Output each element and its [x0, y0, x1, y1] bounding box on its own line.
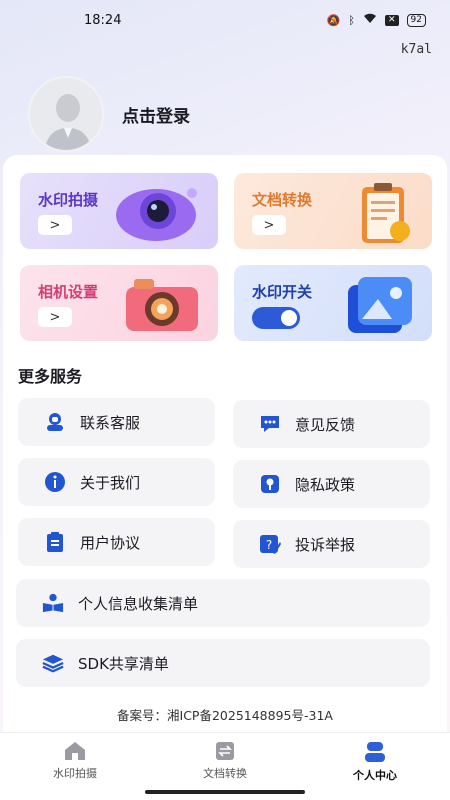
home-icon [65, 742, 85, 760]
service-sdk-list[interactable]: SDK共享清单 [16, 639, 430, 687]
chat-bubble-icon [259, 413, 281, 435]
service-report[interactable]: ? 投诉举报 [233, 520, 430, 568]
reading-person-icon [42, 592, 64, 614]
watermark-toggle[interactable] [252, 307, 300, 329]
arrow-right-icon[interactable]: > [38, 307, 72, 327]
status-time: 18:24 [84, 12, 122, 28]
image-gallery-icon [348, 277, 412, 333]
info-icon [44, 471, 66, 493]
edit-question-icon: ? [259, 533, 281, 555]
login-label[interactable]: 点击登录 [122, 102, 190, 127]
tab-personal-center[interactable]: 个人中心 [300, 733, 450, 800]
card-camera-settings[interactable]: 相机设置 > [20, 265, 218, 341]
service-about[interactable]: 关于我们 [18, 458, 215, 506]
svg-text:?: ? [266, 538, 272, 552]
card-doc-convert[interactable]: 文档转换 > [234, 173, 432, 249]
card-title: 水印拍摄 [38, 191, 99, 209]
clipboard-icon [44, 531, 66, 553]
profile-header[interactable]: 点击登录 [28, 76, 190, 152]
service-feedback[interactable]: 意见反馈 [233, 400, 430, 448]
status-icons: 🔕 ᛒ ✕ 92 [327, 13, 426, 27]
service-label: 联系客服 [80, 413, 141, 432]
tab-label: 水印拍摄 [53, 767, 97, 780]
tab-watermark-photo[interactable]: 水印拍摄 [0, 733, 150, 800]
service-label: SDK共享清单 [78, 654, 169, 673]
card-title: 水印开关 [252, 283, 313, 301]
service-agreement[interactable]: 用户协议 [18, 518, 215, 566]
card-title: 相机设置 [38, 283, 99, 301]
service-label: 意见反馈 [295, 415, 356, 434]
arrow-right-icon[interactable]: > [38, 215, 72, 235]
x-badge-icon: ✕ [385, 14, 399, 26]
bluetooth-icon: ᛒ [348, 13, 355, 27]
service-label: 个人信息收集清单 [78, 594, 199, 613]
tab-label: 文档转换 [203, 767, 247, 780]
key-lock-icon [259, 473, 281, 495]
convert-icon [216, 742, 234, 760]
service-label: 关于我们 [80, 473, 141, 492]
mute-icon: 🔕 [326, 13, 341, 27]
service-personal-info-list[interactable]: 个人信息收集清单 [16, 579, 430, 627]
tab-label: 个人中心 [353, 769, 397, 782]
headset-icon [44, 411, 66, 433]
watermark-tag: k7al [400, 42, 432, 57]
service-contact[interactable]: 联系客服 [18, 398, 215, 446]
arrow-right-icon[interactable]: > [252, 215, 286, 235]
icp-record: 备案号：湘ICP备2025148895号-31A [117, 708, 333, 723]
camera-lens-icon [116, 188, 197, 241]
clipboard-doc-icon [362, 183, 410, 243]
avatar[interactable] [28, 76, 104, 152]
service-privacy[interactable]: 隐私政策 [233, 460, 430, 508]
camera-icon [126, 279, 198, 331]
status-bar: 18:24 🔕 ᛒ ✕ 92 [0, 0, 450, 40]
card-watermark-photo[interactable]: 水印拍摄 > [20, 173, 218, 249]
service-label: 隐私政策 [295, 475, 356, 494]
home-indicator[interactable] [145, 790, 305, 794]
service-label: 投诉举报 [295, 535, 356, 554]
battery-icon: 92 [406, 13, 426, 27]
more-services-title: 更多服务 [18, 367, 83, 386]
card-watermark-switch: 水印开关 [234, 265, 432, 341]
card-title: 文档转换 [252, 191, 313, 209]
service-label: 用户协议 [80, 533, 141, 552]
person-icon [365, 742, 385, 762]
wifi-icon [363, 13, 377, 27]
layers-icon [42, 652, 64, 674]
